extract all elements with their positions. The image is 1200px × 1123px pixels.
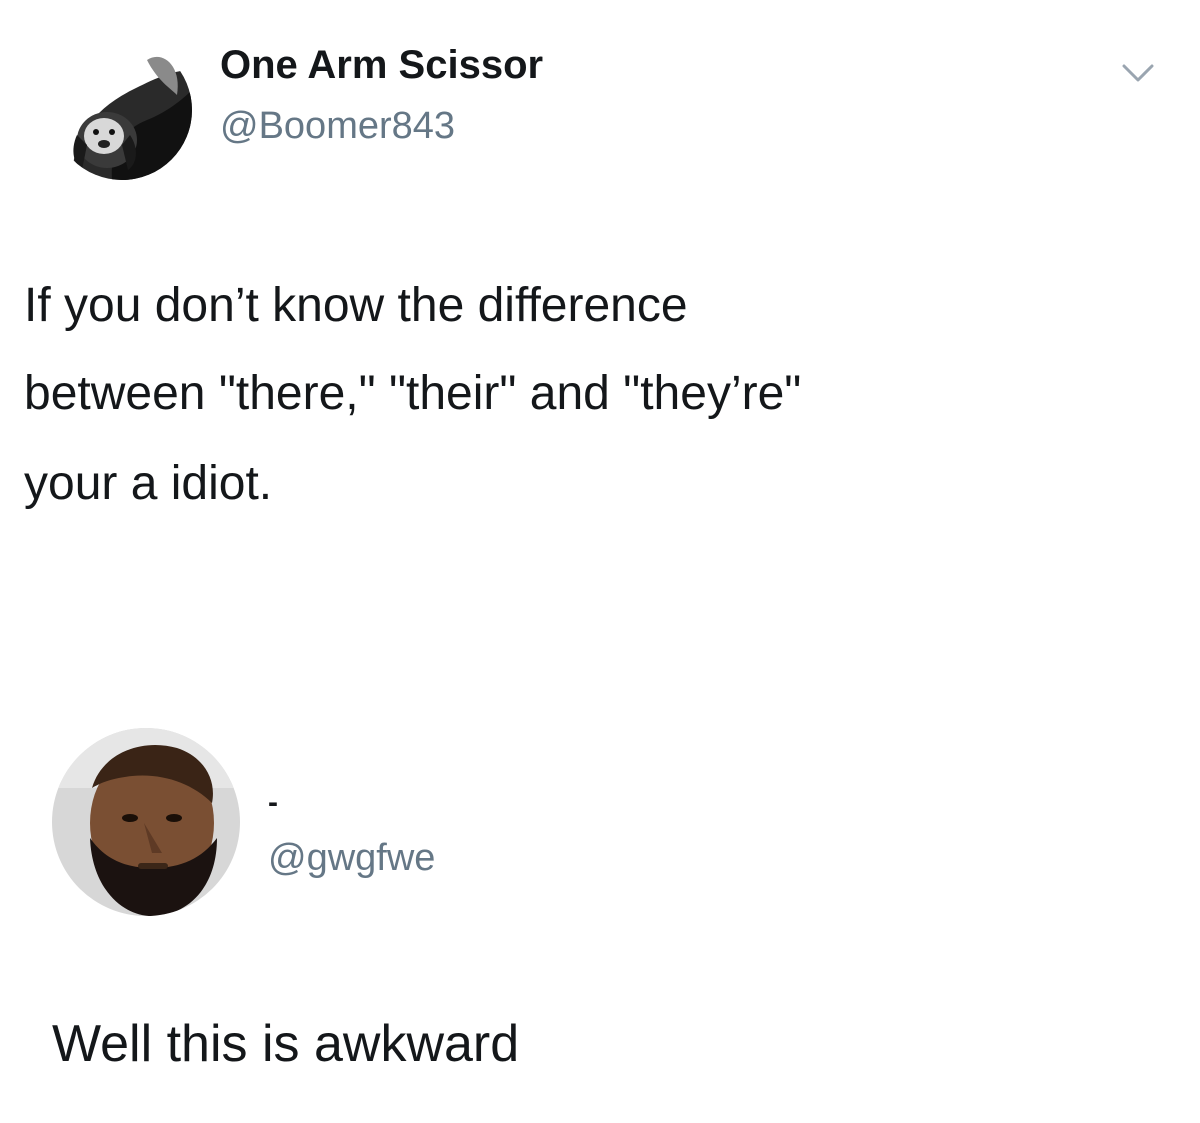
reply-avatar[interactable] (52, 728, 240, 916)
reply-text: Well this is awkward (52, 1015, 520, 1073)
tweet-text-line-3: your a idiot. (24, 457, 273, 510)
reply-handle[interactable]: @gwgfwe (268, 836, 435, 880)
author-display-name[interactable]: One Arm Scissor (220, 42, 543, 88)
dog-avatar-icon (52, 40, 192, 180)
author-handle[interactable]: @Boomer843 (220, 104, 455, 148)
reply-display-name[interactable]: - (268, 786, 278, 820)
chevron-down-icon[interactable] (1118, 58, 1158, 88)
tweet-text-line-2: between "there," "their" and "they’re" (24, 367, 802, 420)
author-avatar[interactable] (52, 40, 192, 180)
tweet-text-line-1: If you don’t know the difference (24, 279, 688, 332)
man-avatar-icon (52, 728, 240, 916)
